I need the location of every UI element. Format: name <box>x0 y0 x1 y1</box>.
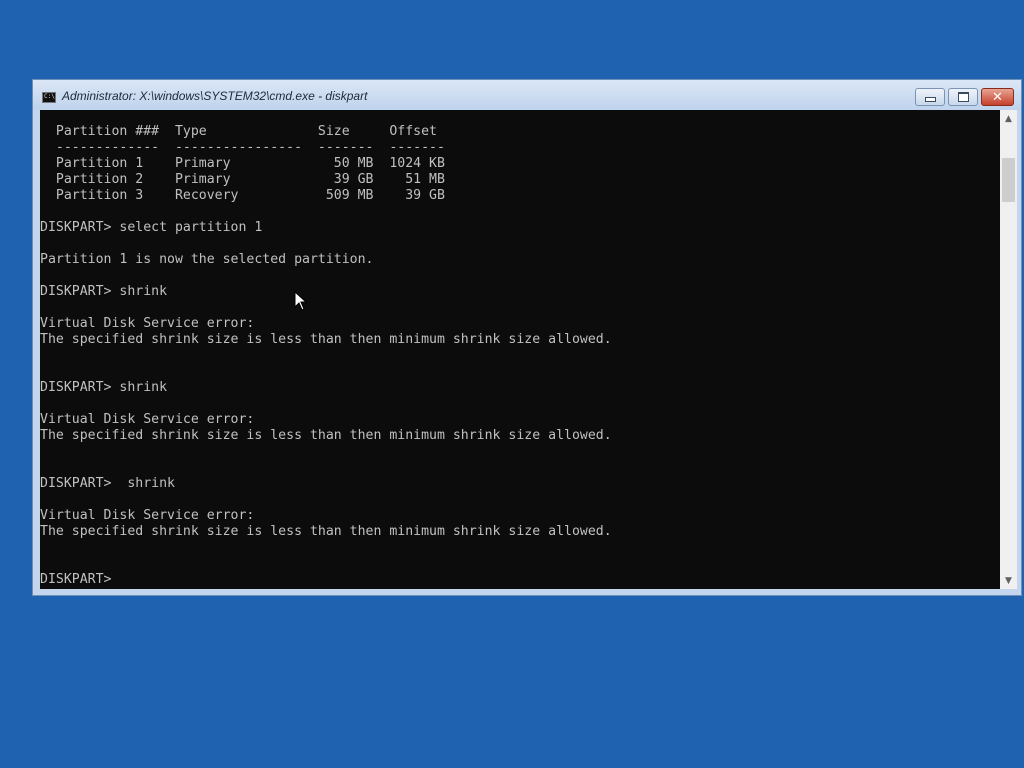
scroll-up-arrow-icon[interactable]: ▲ <box>1000 110 1017 127</box>
maximize-button[interactable] <box>948 88 978 106</box>
console-line: DISKPART> shrink <box>40 476 175 491</box>
console-line: DISKPART> <box>40 572 120 587</box>
cmd-icon[interactable]: C:\. <box>42 92 59 103</box>
desktop-background: C:\. Administrator: X:\windows\SYSTEM32\… <box>0 0 1024 768</box>
console-line: Virtual Disk Service error: <box>40 316 255 331</box>
console-line: Partition ### Type Size Offset <box>40 124 437 139</box>
cmd-icon-text: C:\. <box>44 93 59 100</box>
console-line: Partition 1 Primary 50 MB 1024 KB <box>40 156 445 171</box>
console-line: Virtual Disk Service error: <box>40 508 255 523</box>
title-bar[interactable]: C:\. Administrator: X:\windows\SYSTEM32\… <box>33 80 1021 110</box>
console-line: The specified shrink size is less than t… <box>40 524 612 539</box>
console-line: The specified shrink size is less than t… <box>40 332 612 347</box>
console-line: DISKPART> shrink <box>40 284 168 299</box>
console-line: The specified shrink size is less than t… <box>40 428 612 443</box>
console-lines: Partition ### Type Size Offset ---------… <box>40 124 612 588</box>
console-line: Partition 3 Recovery 509 MB 39 GB <box>40 188 445 203</box>
minimize-button[interactable] <box>915 88 945 106</box>
window-title: Administrator: X:\windows\SYSTEM32\cmd.e… <box>62 89 368 103</box>
console-line: Partition 2 Primary 39 GB 51 MB <box>40 172 445 187</box>
console-line: DISKPART> shrink <box>40 380 168 395</box>
mouse-pointer-icon <box>294 291 308 311</box>
console-line: DISKPART> select partition 1 <box>40 220 263 235</box>
console-line: ------------- ---------------- ------- -… <box>40 140 445 155</box>
console-line: Partition 1 is now the selected partitio… <box>40 252 374 267</box>
minimize-icon <box>924 97 936 102</box>
cmd-window[interactable]: C:\. Administrator: X:\windows\SYSTEM32\… <box>32 79 1022 596</box>
scroll-thumb[interactable] <box>1002 158 1015 202</box>
console-output[interactable]: Partition ### Type Size Offset ---------… <box>40 110 1000 589</box>
maximize-icon <box>957 92 969 102</box>
vertical-scrollbar[interactable]: ▲ ▼ <box>1000 110 1017 589</box>
console-line: Virtual Disk Service error: <box>40 412 255 427</box>
close-button[interactable]: ✕ <box>981 88 1014 106</box>
close-icon: ✕ <box>992 89 1003 105</box>
scroll-down-arrow-icon[interactable]: ▼ <box>1000 572 1017 589</box>
